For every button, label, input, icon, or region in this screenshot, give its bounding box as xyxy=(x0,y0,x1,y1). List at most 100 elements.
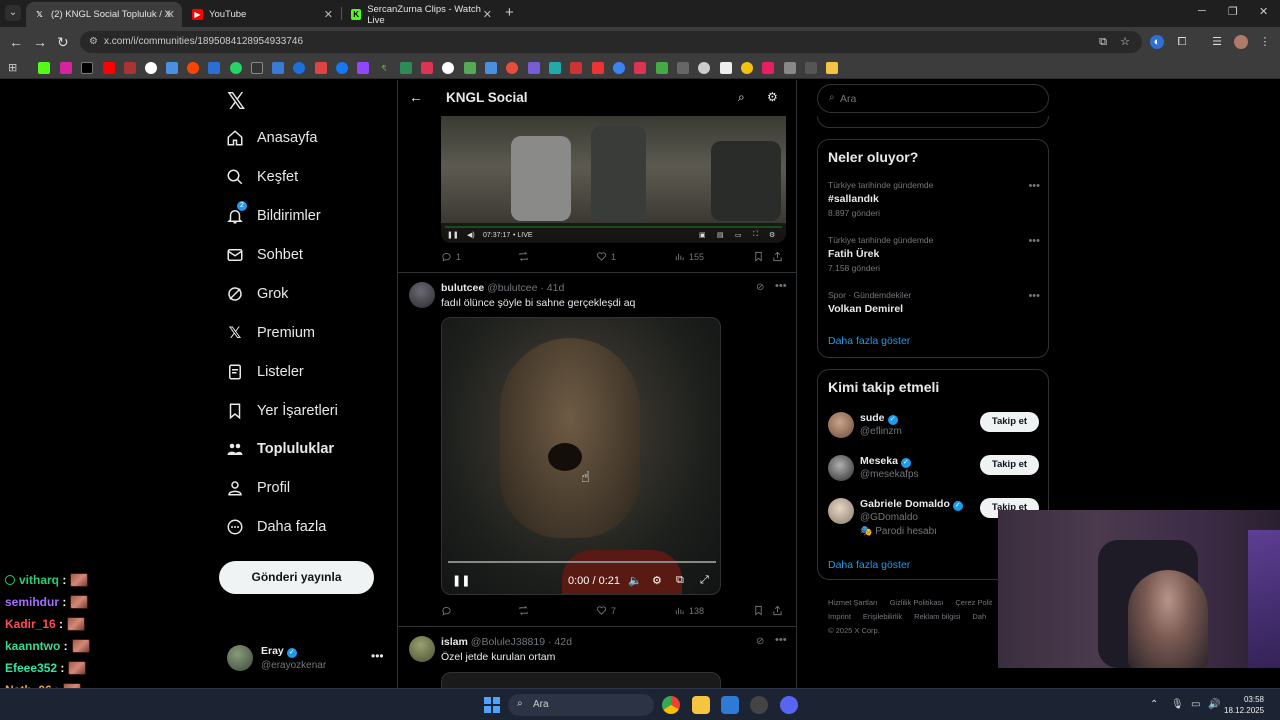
captions-icon[interactable]: ▤ xyxy=(717,231,724,239)
bookmark-x-icon[interactable] xyxy=(81,62,93,74)
avatar[interactable] xyxy=(828,412,854,438)
share-button[interactable] xyxy=(772,605,787,616)
extension-icon[interactable]: ◐ xyxy=(1150,35,1164,49)
tab-kick[interactable]: K SercanZurna Clips - Watch Live ✕ xyxy=(343,2,499,27)
video-player[interactable]: ❚❚ 0:00 / 0:21 🔈 ⚙ ⧉ ⤢ xyxy=(441,317,721,595)
trend-item[interactable]: Türkiye tarihinde gündemde #sallandık 8.… xyxy=(828,180,1040,218)
reply-button[interactable] xyxy=(441,605,456,616)
bookmark-icon[interactable] xyxy=(442,62,454,74)
avatar[interactable] xyxy=(409,636,435,662)
apps-grid-icon[interactable]: ⊞ xyxy=(8,62,20,74)
video-progress-bar[interactable] xyxy=(448,561,716,563)
fullscreen-icon[interactable]: ⛶ xyxy=(753,231,758,239)
follow-suggestion[interactable]: sude ✓ @eflinzm Takip et xyxy=(828,412,1040,448)
bookmark-twitch-icon[interactable] xyxy=(357,62,369,74)
author-name[interactable]: islam xyxy=(441,636,468,648)
bookmark-icon[interactable]: ৎ xyxy=(378,62,390,74)
bookmark-icon[interactable] xyxy=(592,62,604,74)
bookmark-icon[interactable] xyxy=(464,62,476,74)
theater-icon[interactable]: ▭ xyxy=(735,231,742,239)
sidebar-item-chat[interactable]: Sohbet xyxy=(226,241,303,269)
store-icon[interactable] xyxy=(721,696,739,714)
pause-icon[interactable]: ❚❚ xyxy=(452,574,470,587)
chrome-icon[interactable] xyxy=(662,696,680,714)
bookmark-icon[interactable] xyxy=(485,62,497,74)
footer-link[interactable]: Dah xyxy=(972,612,986,621)
settings-icon[interactable]: ▣ xyxy=(699,231,706,239)
taskbar-clock[interactable]: 03:58 18.12.2025 xyxy=(1224,694,1264,716)
bookmark-icon[interactable] xyxy=(421,62,433,74)
post-media[interactable] xyxy=(441,672,721,688)
sidebar-item-notifications[interactable]: 2 Bildirimler xyxy=(226,201,321,230)
restore-icon[interactable]: ❐ xyxy=(1228,5,1238,18)
repost-button[interactable] xyxy=(518,605,533,616)
sidebar-item-profile[interactable]: Profil xyxy=(226,474,290,502)
windows-start-icon[interactable] xyxy=(484,697,500,713)
bookmark-icon[interactable] xyxy=(166,62,178,74)
bookmark-icon[interactable] xyxy=(784,62,796,74)
bookmark-icon[interactable] xyxy=(570,62,582,74)
bookmark-whatsapp-icon[interactable] xyxy=(230,62,242,74)
footer-link[interactable]: Erişilebilirlik xyxy=(863,612,902,621)
bookmark-youtube-icon[interactable] xyxy=(103,62,115,74)
bookmark-icon[interactable] xyxy=(698,62,710,74)
menu-kebab-icon[interactable]: ⋮ xyxy=(1258,35,1272,49)
bookmark-google-icon[interactable] xyxy=(145,62,157,74)
close-tab-icon[interactable]: ✕ xyxy=(483,8,492,21)
sidebar-item-more[interactable]: Daha fazla xyxy=(226,513,326,541)
bookmark-icon[interactable] xyxy=(506,62,518,74)
site-info-icon[interactable]: ⚙ xyxy=(89,36,98,47)
show-more-link[interactable]: Daha fazla göster xyxy=(828,559,910,571)
bookmark-icon[interactable] xyxy=(805,62,817,74)
tab-x-community[interactable]: 𝕏 (2) KNGL Social Topluluk / X ✕ xyxy=(26,2,182,27)
back-arrow-icon[interactable]: ← xyxy=(409,89,423,105)
bookmark-icon[interactable] xyxy=(272,62,284,74)
more-horizontal-icon[interactable]: ••• xyxy=(1028,290,1040,302)
bookmark-icon[interactable] xyxy=(293,62,305,74)
back-icon[interactable]: ← xyxy=(9,33,23,51)
bookmark-icon[interactable] xyxy=(315,62,327,74)
tray-chevron-icon[interactable]: ⌃ xyxy=(1150,699,1158,710)
bookmark-button[interactable] xyxy=(753,251,768,262)
discord-icon[interactable] xyxy=(780,696,798,714)
bookmark-icon[interactable] xyxy=(613,62,625,74)
reload-icon[interactable]: ↻ xyxy=(57,33,69,51)
views-button[interactable]: 138 xyxy=(674,605,704,616)
close-tab-icon[interactable]: ✕ xyxy=(166,8,175,21)
volume-icon[interactable]: 🔈 xyxy=(628,574,642,587)
sidebar-item-explore[interactable]: Keşfet xyxy=(226,163,298,191)
sidebar-item-grok[interactable]: Grok xyxy=(226,280,288,308)
pip-icon[interactable]: ⧉ xyxy=(676,574,684,587)
bookmark-button[interactable] xyxy=(753,605,768,616)
more-horizontal-icon[interactable]: ••• xyxy=(371,649,384,663)
microphone-icon[interactable]: 🎙 xyxy=(1171,699,1184,710)
bookmark-icon[interactable] xyxy=(741,62,753,74)
trend-item[interactable]: Türkiye tarihinde gündemde Fatih Ürek 7.… xyxy=(828,235,1040,273)
gear-icon[interactable]: ⚙ xyxy=(769,231,775,239)
sidebar-item-premium[interactable]: 𝕏 Premium xyxy=(226,319,315,347)
like-button[interactable]: 7 xyxy=(596,605,616,616)
footer-link[interactable]: Imprint xyxy=(828,612,851,621)
footer-link[interactable]: Çerez Polit xyxy=(955,598,992,607)
app-icon[interactable] xyxy=(750,696,768,714)
search-icon[interactable]: ⌕ xyxy=(738,90,745,105)
views-button[interactable]: 155 xyxy=(674,251,704,262)
bookmark-folder-icon[interactable] xyxy=(826,62,838,74)
speaker-icon[interactable]: 🔊 xyxy=(1208,699,1220,710)
bookmark-translate-icon[interactable] xyxy=(208,62,220,74)
more-horizontal-icon[interactable]: ••• xyxy=(775,634,787,646)
avatar[interactable] xyxy=(828,498,854,524)
repost-button[interactable] xyxy=(518,251,533,262)
bookmark-icon[interactable] xyxy=(762,62,774,74)
display-icon[interactable]: ▭ xyxy=(1191,699,1200,710)
reply-button[interactable]: 1 xyxy=(441,251,461,262)
bookmark-icon[interactable] xyxy=(124,62,136,74)
more-horizontal-icon[interactable]: ••• xyxy=(1028,180,1040,192)
follow-suggestion[interactable]: Meseka ✓ @mesekafps Takip et xyxy=(828,455,1040,491)
sidebar-item-home[interactable]: Anasayfa xyxy=(226,124,317,152)
bookmark-facebook-icon[interactable] xyxy=(336,62,348,74)
reading-list-icon[interactable]: ☰ xyxy=(1210,35,1224,49)
like-button[interactable]: 1 xyxy=(596,251,616,262)
sidebar-item-communities[interactable]: Topluluklar xyxy=(226,435,334,463)
show-more-link[interactable]: Daha fazla göster xyxy=(828,335,910,347)
